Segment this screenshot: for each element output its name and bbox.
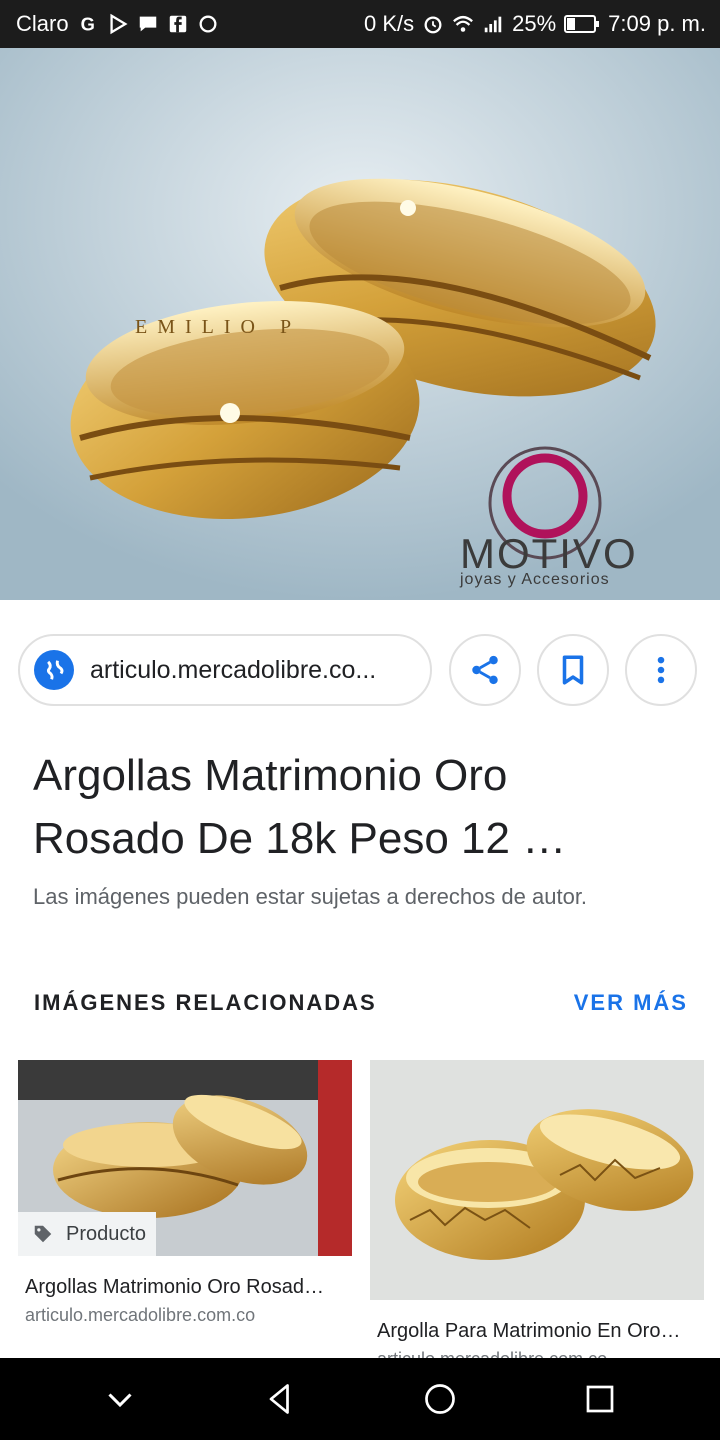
related-card-source: articulo.mercadolibre.com.co: [25, 1305, 256, 1325]
related-thumbnail[interactable]: Producto: [18, 1060, 352, 1256]
nav-recents-button[interactable]: [570, 1369, 630, 1429]
product-tag-label: Producto: [66, 1222, 147, 1245]
related-images-heading: IMÁGENES RELACIONADAS: [34, 990, 377, 1015]
facebook-icon: [167, 13, 189, 35]
related-image-card[interactable]: Producto Argollas Matrimonio Oro Rosad… …: [18, 1060, 352, 1326]
play-store-icon: [107, 13, 129, 35]
chat-bubble-icon: [137, 13, 159, 35]
battery-icon: [564, 13, 600, 35]
image-title-line-2: Rosado De 18k Peso 12 …: [33, 814, 567, 863]
share-icon: [472, 655, 498, 685]
signal-icon: [482, 13, 504, 35]
alarm-icon: [422, 13, 444, 35]
nav-home-button[interactable]: [410, 1369, 470, 1429]
source-url-text: articulo.mercadolibre.co...: [90, 655, 377, 684]
see-more-link[interactable]: VER MÁS: [574, 990, 688, 1016]
recents-square-icon: [586, 1385, 614, 1413]
tag-icon: [34, 1225, 52, 1243]
clock-label: 7:09 p. m.: [608, 11, 706, 36]
more-vert-icon: [657, 656, 665, 684]
back-triangle-icon: [269, 1384, 289, 1414]
more-options-button[interactable]: [625, 634, 697, 706]
svg-text:G: G: [80, 13, 94, 34]
share-button[interactable]: [449, 634, 521, 706]
ring-engraving: EMILIO P: [135, 316, 301, 338]
image-title-line-1: Argollas Matrimonio Oro: [33, 751, 508, 800]
related-thumbnail[interactable]: [370, 1060, 704, 1300]
image-title[interactable]: Argollas Matrimonio Oro Rosado De 18k Pe…: [33, 744, 673, 870]
net-speed-label: 0 K/s: [363, 11, 415, 36]
source-url-chip[interactable]: articulo.mercadolibre.co...: [18, 634, 432, 706]
hero-image[interactable]: EMILIO P MOTIVO joyas y Accesorios: [0, 48, 720, 600]
carrier-label: Claro: [16, 11, 69, 36]
nav-collapse-button[interactable]: [90, 1369, 150, 1429]
battery-percent: 25%: [512, 11, 557, 36]
brand-logo-subtext: joyas y Accesorios: [459, 571, 610, 588]
related-image-card[interactable]: Argolla Para Matrimonio En Oro… articulo…: [370, 1060, 704, 1370]
related-card-title: Argolla Para Matrimonio En Oro…: [377, 1320, 681, 1342]
home-circle-icon: [425, 1384, 455, 1414]
related-card-title: Argollas Matrimonio Oro Rosad…: [25, 1276, 324, 1298]
wifi-icon: [452, 13, 474, 35]
bookmark-button[interactable]: [537, 634, 609, 706]
status-bar: Claro G 0 K/s 25% 7:09 p. m.: [0, 0, 720, 48]
copyright-notice: Las imágenes pueden estar sujetas a dere…: [33, 884, 588, 909]
google-icon: G: [77, 13, 99, 35]
globe-icon: [34, 650, 74, 690]
system-navigation-bar: [0, 1358, 720, 1440]
brand-logo-text: MOTIVO: [460, 530, 638, 577]
product-tag: Producto: [18, 1212, 157, 1256]
bookmark-icon: [562, 655, 584, 685]
sync-icon: [197, 13, 219, 35]
nav-back-button[interactable]: [250, 1369, 310, 1429]
chevron-down-icon: [108, 1393, 132, 1408]
